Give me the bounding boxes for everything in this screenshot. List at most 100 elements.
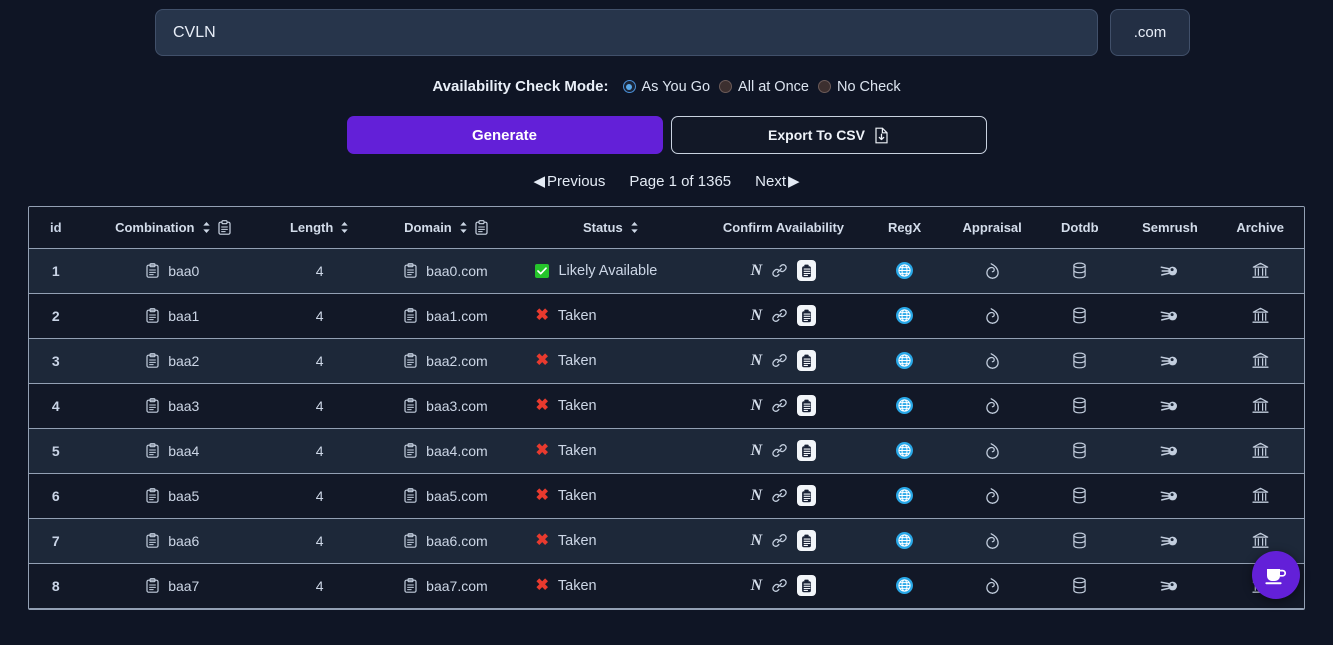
copy-combination-icon[interactable]	[146, 398, 159, 413]
database-icon[interactable]	[1072, 352, 1087, 369]
wayback-archive-icon[interactable]	[1252, 442, 1269, 459]
godaddy-swirl-icon[interactable]	[983, 306, 1002, 325]
copy-column-clipboard-icon[interactable]	[475, 219, 488, 235]
link-icon[interactable]	[771, 352, 788, 369]
globe-icon[interactable]	[896, 487, 914, 504]
copy-combination-icon[interactable]	[146, 443, 159, 458]
radio-option-all-at-once[interactable]: All at Once	[719, 79, 809, 95]
table-row[interactable]: 8 baa7 4 baa7.com ✖ Taken N	[29, 563, 1304, 609]
namecheap-icon[interactable]: N	[751, 262, 763, 280]
namecheap-icon[interactable]: N	[751, 352, 763, 370]
chat-widget-button[interactable]	[1252, 551, 1300, 599]
semrush-comet-icon[interactable]	[1160, 444, 1179, 458]
table-row[interactable]: 1 baa0 4 baa0.com Likely Available N	[29, 248, 1304, 294]
column-header-status[interactable]: Status	[515, 207, 707, 249]
globe-icon[interactable]	[896, 307, 914, 324]
semrush-comet-icon[interactable]	[1160, 309, 1179, 323]
copy-domain-icon[interactable]	[404, 533, 417, 548]
instant-domain-icon[interactable]	[797, 260, 817, 281]
semrush-comet-icon[interactable]	[1160, 399, 1179, 413]
wayback-archive-icon[interactable]	[1252, 262, 1269, 279]
copy-combination-icon[interactable]	[146, 308, 159, 323]
namecheap-icon[interactable]: N	[751, 577, 763, 595]
column-header-combination[interactable]: Combination	[82, 207, 263, 249]
instant-domain-icon[interactable]	[797, 485, 817, 506]
instant-domain-icon[interactable]	[797, 440, 817, 461]
copy-domain-icon[interactable]	[404, 578, 417, 593]
globe-icon[interactable]	[896, 577, 914, 594]
tld-suffix-box[interactable]: .com	[1110, 9, 1190, 56]
instant-domain-icon[interactable]	[797, 530, 817, 551]
column-header-domain[interactable]: Domain	[376, 207, 516, 249]
godaddy-swirl-icon[interactable]	[983, 576, 1002, 595]
godaddy-swirl-icon[interactable]	[983, 396, 1002, 415]
sort-chevron-icon[interactable]	[459, 221, 468, 234]
link-icon[interactable]	[771, 532, 788, 549]
database-icon[interactable]	[1072, 262, 1087, 279]
semrush-comet-icon[interactable]	[1160, 534, 1179, 548]
sort-chevron-icon[interactable]	[340, 221, 349, 234]
radio-indicator-no-check[interactable]	[817, 80, 831, 93]
wayback-archive-icon[interactable]	[1252, 487, 1269, 504]
link-icon[interactable]	[771, 307, 788, 324]
semrush-comet-icon[interactable]	[1160, 354, 1179, 368]
table-row[interactable]: 5 baa4 4 baa4.com ✖ Taken N	[29, 428, 1304, 474]
table-row[interactable]: 7 baa6 4 baa6.com ✖ Taken N	[29, 518, 1304, 564]
radio-option-no-check[interactable]: No Check	[817, 79, 901, 95]
radio-option-as-you-go[interactable]: As You Go	[622, 79, 710, 95]
copy-combination-icon[interactable]	[146, 578, 159, 593]
wayback-archive-icon[interactable]	[1252, 307, 1269, 324]
link-icon[interactable]	[771, 262, 788, 279]
godaddy-swirl-icon[interactable]	[983, 441, 1002, 460]
sort-chevron-icon[interactable]	[630, 221, 639, 234]
globe-icon[interactable]	[896, 397, 914, 414]
table-row[interactable]: 2 baa1 4 baa1.com ✖ Taken N	[29, 293, 1304, 339]
instant-domain-icon[interactable]	[797, 575, 817, 596]
table-row[interactable]: 6 baa5 4 baa5.com ✖ Taken N	[29, 473, 1304, 519]
semrush-comet-icon[interactable]	[1160, 264, 1179, 278]
radio-indicator-as-you-go[interactable]	[622, 80, 636, 93]
table-row[interactable]: 3 baa2 4 baa2.com ✖ Taken N	[29, 338, 1304, 384]
database-icon[interactable]	[1072, 577, 1087, 594]
semrush-comet-icon[interactable]	[1160, 579, 1179, 593]
wayback-archive-icon[interactable]	[1252, 352, 1269, 369]
link-icon[interactable]	[771, 397, 788, 414]
copy-domain-icon[interactable]	[404, 398, 417, 413]
generate-button[interactable]: Generate	[346, 116, 663, 154]
instant-domain-icon[interactable]	[797, 395, 817, 416]
link-icon[interactable]	[771, 442, 788, 459]
column-header-length[interactable]: Length	[262, 207, 377, 249]
copy-domain-icon[interactable]	[404, 308, 417, 323]
copy-combination-icon[interactable]	[146, 263, 159, 278]
copy-domain-icon[interactable]	[404, 263, 417, 278]
namecheap-icon[interactable]: N	[751, 442, 763, 460]
globe-icon[interactable]	[896, 442, 914, 459]
copy-combination-icon[interactable]	[146, 533, 159, 548]
database-icon[interactable]	[1072, 532, 1087, 549]
copy-domain-icon[interactable]	[404, 443, 417, 458]
wayback-archive-icon[interactable]	[1252, 397, 1269, 414]
link-icon[interactable]	[771, 487, 788, 504]
copy-domain-icon[interactable]	[404, 488, 417, 503]
namecheap-icon[interactable]: N	[751, 397, 763, 415]
database-icon[interactable]	[1072, 487, 1087, 504]
godaddy-swirl-icon[interactable]	[983, 351, 1002, 370]
semrush-comet-icon[interactable]	[1160, 489, 1179, 503]
sort-chevron-icon[interactable]	[202, 221, 211, 234]
godaddy-swirl-icon[interactable]	[983, 261, 1002, 280]
copy-combination-icon[interactable]	[146, 488, 159, 503]
database-icon[interactable]	[1072, 307, 1087, 324]
copy-combination-icon[interactable]	[146, 353, 159, 368]
copy-domain-icon[interactable]	[404, 353, 417, 368]
namecheap-icon[interactable]: N	[751, 307, 763, 325]
previous-page-button[interactable]: ◀ Previous	[533, 172, 605, 191]
link-icon[interactable]	[771, 577, 788, 594]
godaddy-swirl-icon[interactable]	[983, 531, 1002, 550]
instant-domain-icon[interactable]	[797, 350, 817, 371]
database-icon[interactable]	[1072, 397, 1087, 414]
namecheap-icon[interactable]: N	[751, 487, 763, 505]
database-icon[interactable]	[1072, 442, 1087, 459]
namecheap-icon[interactable]: N	[751, 532, 763, 550]
globe-icon[interactable]	[896, 532, 914, 549]
keyword-input[interactable]	[155, 9, 1098, 56]
